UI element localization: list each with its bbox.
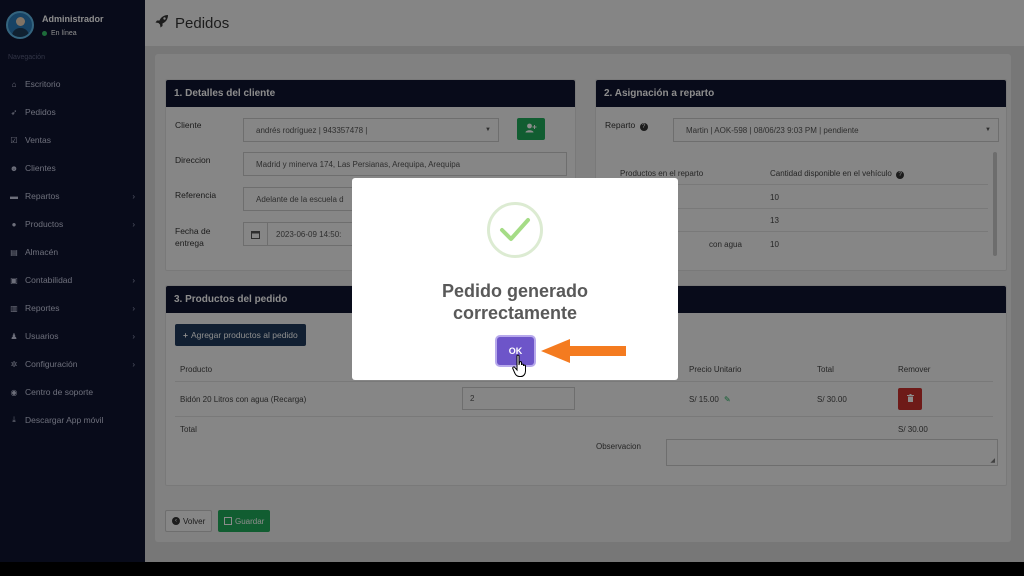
hand-cursor-icon xyxy=(512,354,530,383)
dialog-title-line1: Pedido generado xyxy=(441,281,589,301)
orange-arrow-icon xyxy=(540,338,628,369)
dialog-title: Pedido generado correctamente xyxy=(352,280,678,324)
success-check-icon xyxy=(487,202,543,258)
dialog-title-line2: correctamente xyxy=(452,303,578,323)
success-dialog: Pedido generado correctamente OK xyxy=(352,178,678,380)
bottom-bar xyxy=(0,562,1024,576)
